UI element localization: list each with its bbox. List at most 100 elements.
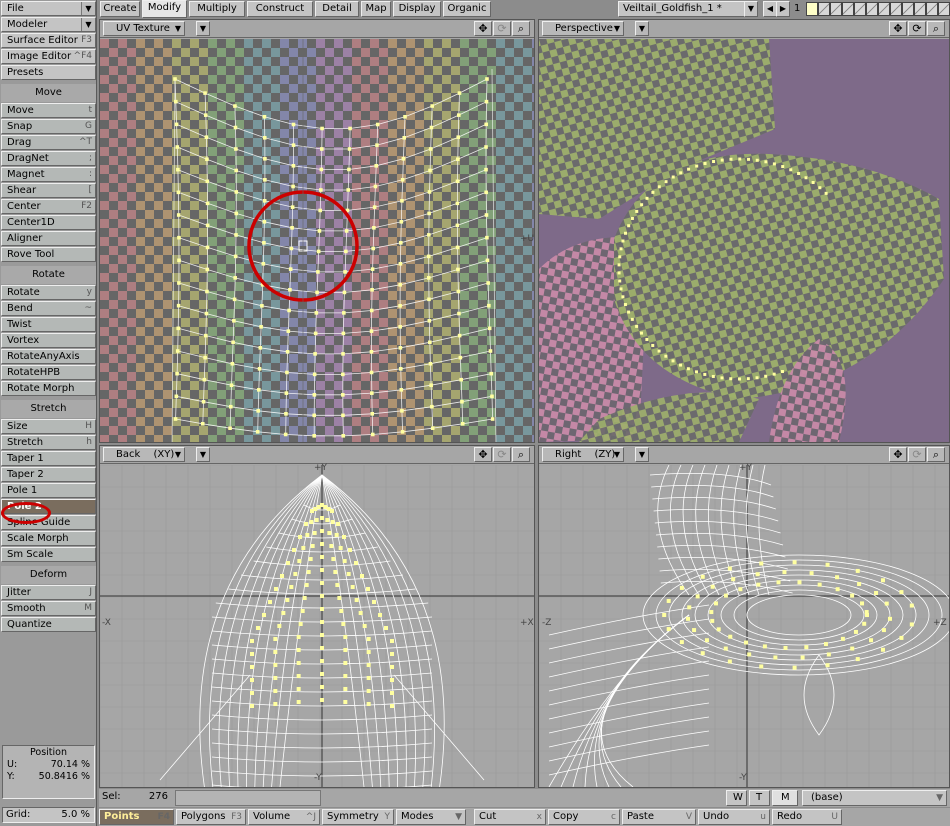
render-mode-dropdown[interactable]: ▼	[635, 21, 649, 36]
layer-slot[interactable]	[830, 2, 842, 16]
move-view-icon[interactable]: ✥	[474, 21, 492, 36]
next-layer-icon[interactable]: ▶	[776, 1, 790, 17]
sidebar-image-editor-button[interactable]: Image Editor ^F4	[1, 49, 96, 64]
tool-drag[interactable]: Drag ^T	[1, 135, 96, 150]
tool-move[interactable]: Move t	[1, 103, 96, 118]
mode-modes-button[interactable]: Modes ▼	[396, 809, 466, 825]
mode-volume-button[interactable]: Volume ^J	[248, 809, 320, 825]
layer-slot[interactable]	[926, 2, 938, 16]
layer-slot[interactable]	[902, 2, 914, 16]
tool-rotatehpb[interactable]: RotateHPB	[1, 365, 96, 380]
layer-slot[interactable]	[890, 2, 902, 16]
tool-pole-1[interactable]: Pole 1	[1, 483, 96, 498]
layer-slot[interactable]	[878, 2, 890, 16]
mesh-selector[interactable]: Veiltail_Goldfish_1 *	[618, 1, 758, 17]
tool-snap[interactable]: Snap G	[1, 119, 96, 134]
tool-center[interactable]: Center F2	[1, 199, 96, 214]
wireframe-toggle[interactable]: W	[726, 790, 747, 806]
zoom-icon[interactable]: ⌕	[927, 21, 945, 36]
tool-rotateanyaxis[interactable]: RotateAnyAxis	[1, 349, 96, 364]
tool-magnet[interactable]: Magnet:	[1, 167, 96, 182]
tool-vortex[interactable]: Vortex	[1, 333, 96, 348]
mode-points-button[interactable]: Points F4	[99, 809, 174, 825]
tool-dragnet[interactable]: DragNet;	[1, 151, 96, 166]
viewport-right[interactable]: Right (ZY) ▼ ▼ ✥ ⟳ ⌕ +Y -Y -Z +Z	[538, 445, 950, 788]
zoom-icon[interactable]: ⌕	[512, 21, 530, 36]
layer-slot[interactable]	[806, 2, 818, 16]
view-mode-select[interactable]: UV Texture ▼	[103, 21, 185, 36]
sidebar-presets-button[interactable]: Presets	[1, 65, 96, 80]
tab-construct[interactable]: Construct	[247, 1, 313, 17]
move-view-icon[interactable]: ✥	[889, 447, 907, 462]
zoom-icon[interactable]: ⌕	[512, 447, 530, 462]
view-mode-select[interactable]: Back (XY) ▼	[103, 447, 185, 462]
tool-aligner[interactable]: Aligner	[1, 231, 96, 246]
tab-create[interactable]: Create	[100, 1, 140, 17]
mode-cut-button[interactable]: Cut x	[474, 809, 546, 825]
file-menu[interactable]: File ▼	[1, 1, 96, 16]
view-mode-select[interactable]: Right (ZY) ▼	[542, 447, 624, 462]
tool-sm-scale[interactable]: Sm Scale	[1, 547, 96, 562]
layer-slot[interactable]	[818, 2, 830, 16]
tool-center1d[interactable]: Center1D	[1, 215, 96, 230]
layer-slot[interactable]	[914, 2, 926, 16]
tool-scale-morph[interactable]: Scale Morph	[1, 531, 96, 546]
viewport-uv[interactable]: UV Texture ▼ ▼ ✥ ⟳ ⌕	[99, 19, 535, 443]
render-mode-dropdown[interactable]: ▼	[635, 447, 649, 462]
perspective-canvas[interactable]	[539, 39, 949, 442]
tab-map[interactable]: Map	[361, 1, 391, 17]
mode-redo-button[interactable]: Redo U	[772, 809, 842, 825]
mode-paste-button[interactable]: Paste V	[622, 809, 696, 825]
back-canvas[interactable]: +Y -Y -X +X	[100, 463, 534, 787]
tool-rove-tool[interactable]: Rove Tool	[1, 247, 96, 262]
move-view-icon[interactable]: ✥	[889, 21, 907, 36]
mode-undo-button[interactable]: Undo u	[698, 809, 770, 825]
mode-symmetry-button[interactable]: Symmetry Y	[322, 809, 394, 825]
layer-slot[interactable]	[866, 2, 878, 16]
zoom-icon[interactable]: ⌕	[927, 447, 945, 462]
tab-detail[interactable]: Detail	[315, 1, 359, 17]
mode-polygons-button[interactable]: Polygons F3	[176, 809, 246, 825]
view-mode-select[interactable]: Perspective ▼	[542, 21, 624, 36]
tool-twist[interactable]: Twist	[1, 317, 96, 332]
layer-slot[interactable]	[842, 2, 854, 16]
render-mode-dropdown[interactable]: ▼	[196, 21, 210, 36]
tool-taper-1[interactable]: Taper 1	[1, 451, 96, 466]
rotate-view-icon[interactable]: ⟳	[493, 21, 511, 36]
modeler-menu[interactable]: Modeler ▼	[1, 17, 96, 32]
layer-slot[interactable]	[938, 2, 950, 16]
render-mode-dropdown[interactable]: ▼	[196, 447, 210, 462]
uv-canvas[interactable]	[100, 39, 534, 442]
rotate-view-icon[interactable]: ⟳	[493, 447, 511, 462]
viewport-perspective[interactable]: Perspective ▼ ▼ ✥ ⟳ ⌕	[538, 19, 950, 443]
tab-display[interactable]: Display	[393, 1, 441, 17]
tool-rotate[interactable]: Rotate y	[1, 285, 96, 300]
tool-size[interactable]: Size H	[1, 419, 96, 434]
move-view-icon[interactable]: ✥	[474, 447, 492, 462]
tab-multiply[interactable]: Multiply	[189, 1, 245, 17]
tool-smooth[interactable]: Smooth M	[1, 601, 96, 616]
tab-organic[interactable]: Organic	[443, 1, 491, 17]
rotate-view-icon[interactable]: ⟳	[908, 21, 926, 36]
mode-copy-button[interactable]: Copy c	[548, 809, 620, 825]
rotate-view-icon[interactable]: ⟳	[908, 447, 926, 462]
prev-layer-icon[interactable]: ◀	[763, 1, 777, 17]
sidebar-surface-editor-button[interactable]: Surface Editor F3	[1, 33, 96, 48]
tab-modify[interactable]: Modify	[142, 0, 187, 18]
viewport-back[interactable]: Back (XY) ▼ ▼ ✥ ⟳ ⌕ +Y -Y -X +X	[99, 445, 535, 788]
chevron-down-icon[interactable]: ▼	[744, 1, 758, 17]
tool-stretch[interactable]: Stretch h	[1, 435, 96, 450]
morph-toggle[interactable]: M	[772, 790, 798, 806]
morph-layer-select[interactable]: (base) ▼	[802, 790, 947, 806]
right-canvas[interactable]: +Y -Y -Z +Z	[539, 463, 949, 787]
layer-slot[interactable]	[854, 2, 866, 16]
tool-quantize[interactable]: Quantize	[1, 617, 96, 632]
tool-rotate-morph[interactable]: Rotate Morph	[1, 381, 96, 396]
shortcut-key: ▼	[455, 812, 462, 822]
tool-shear[interactable]: Shear [	[1, 183, 96, 198]
tool-jitter[interactable]: Jitter J	[1, 585, 96, 600]
texture-toggle[interactable]: T	[749, 790, 770, 806]
tool-bend[interactable]: Bend ~	[1, 301, 96, 316]
tool-taper-2[interactable]: Taper 2	[1, 467, 96, 482]
mode-label: Symmetry	[327, 811, 379, 822]
